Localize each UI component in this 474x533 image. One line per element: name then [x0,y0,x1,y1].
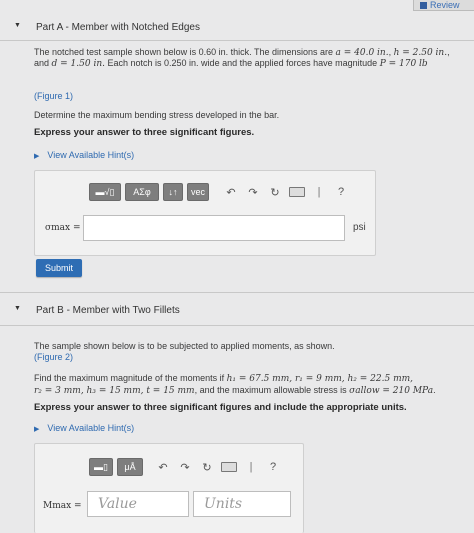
part-b-toolbar: ▬▯ μÅ ↶ ↷ ↻ | ? [89,456,285,478]
expand-arrow-icon: ▶ [34,426,40,433]
part-b-hints-link[interactable]: ▶ View Available Hint(s) [34,423,134,433]
vector-button[interactable]: vec [187,183,209,201]
separator: | [249,461,253,473]
text: The notched test sample shown below is 0… [34,47,336,57]
review-link[interactable]: Review [413,0,474,11]
sigma-max-label: σmax = [45,223,81,233]
units-button[interactable]: μÅ [117,458,143,476]
part-b-problem-line-1: The sample shown below is to be subjecte… [34,341,335,351]
psi-unit-label: psi [353,222,366,233]
part-a-instruction: Express your answer to three significant… [34,127,255,138]
part-b-instruction: Express your answer to three significant… [34,402,407,413]
help-icon[interactable]: ? [263,458,283,476]
undo-icon[interactable]: ↶ [221,183,241,201]
part-a-hints-link[interactable]: ▶ View Available Hint(s) [34,150,134,160]
m-max-label: Mmax = [43,501,82,511]
divider [0,325,474,326]
text: , [447,47,450,57]
collapse-triangle-icon[interactable]: ▼ [14,305,21,312]
divider [0,292,474,293]
sigma-allow: σallow = 210 MPa [349,386,434,396]
dimension-a: a = 40.0 in. [335,48,389,58]
part-a-task: Determine the maximum bending stress dev… [34,110,280,120]
redo-icon[interactable]: ↷ [243,183,263,201]
text: , and the maximum allowable stress is [194,385,350,395]
reset-icon[interactable]: ↻ [197,458,217,476]
review-icon [420,2,427,9]
review-label: Review [430,0,460,10]
reset-icon[interactable]: ↻ [265,183,285,201]
part-a-toolbar: ▬√▯ ΑΣφ ↓↑ vec ↶ ↷ ↻ | ? [89,181,353,203]
templates-button[interactable]: ▬√▯ [89,183,121,201]
part-b-answer-box: ▬▯ μÅ ↶ ↷ ↻ | ? Mmax = Value Units [34,443,304,533]
undo-icon[interactable]: ↶ [153,458,173,476]
keyboard-icon[interactable] [287,183,307,201]
keyboard-icon[interactable] [219,458,239,476]
divider [0,40,474,41]
part-a-answer-box: ▬√▯ ΑΣφ ↓↑ vec ↶ ↷ ↻ | ? σmax = psi [34,170,376,256]
part-b-title: Part B - Member with Two Fillets [36,305,180,316]
part-a-title: Part A - Member with Notched Edges [36,22,200,33]
templates-button[interactable]: ▬▯ [89,458,113,476]
hints-label: View Available Hint(s) [47,150,135,160]
value-input[interactable]: Value [87,491,189,517]
separator: | [317,186,321,198]
submit-button[interactable]: Submit [36,259,82,277]
text: . [433,385,436,395]
collapse-triangle-icon[interactable]: ▼ [14,22,21,29]
greek-symbols-button[interactable]: ΑΣφ [125,183,159,201]
subscript-superscript-button[interactable]: ↓↑ [163,183,183,201]
figure-1-link[interactable]: (Figure 1) [34,91,73,102]
dimensions-h1-r1-h2: h₁ = 67.5 mm, r₁ = 9 mm, h₂ = 22.5 mm, [226,374,413,384]
dimension-h: h = 2.50 in. [393,48,448,58]
units-input[interactable]: Units [193,491,291,517]
force-p: P = 170 lb [379,59,428,69]
part-b-problem-line-4: r₂ = 3 mm, h₃ = 15 mm, t = 15 mm, and th… [34,385,436,397]
expand-arrow-icon: ▶ [34,153,40,160]
text: and [34,58,52,68]
figure-2-link[interactable]: (Figure 2) [34,352,73,363]
text: Each notch is 0.250 in. wide and the app… [105,58,380,68]
text: Find the maximum magnitude of the moment… [34,373,227,383]
dimension-d: d = 1.50 in. [51,59,105,69]
dimensions-r2-h3-t: r₂ = 3 mm, h₃ = 15 mm, t = 15 mm [34,386,195,396]
part-b-problem-line-3: Find the maximum magnitude of the moment… [34,373,413,385]
part-a-problem-line-2: and d = 1.50 in. Each notch is 0.250 in.… [34,58,428,70]
redo-icon[interactable]: ↷ [175,458,195,476]
help-icon[interactable]: ? [331,183,351,201]
sigma-max-input[interactable] [83,215,345,241]
hints-label: View Available Hint(s) [47,423,135,433]
